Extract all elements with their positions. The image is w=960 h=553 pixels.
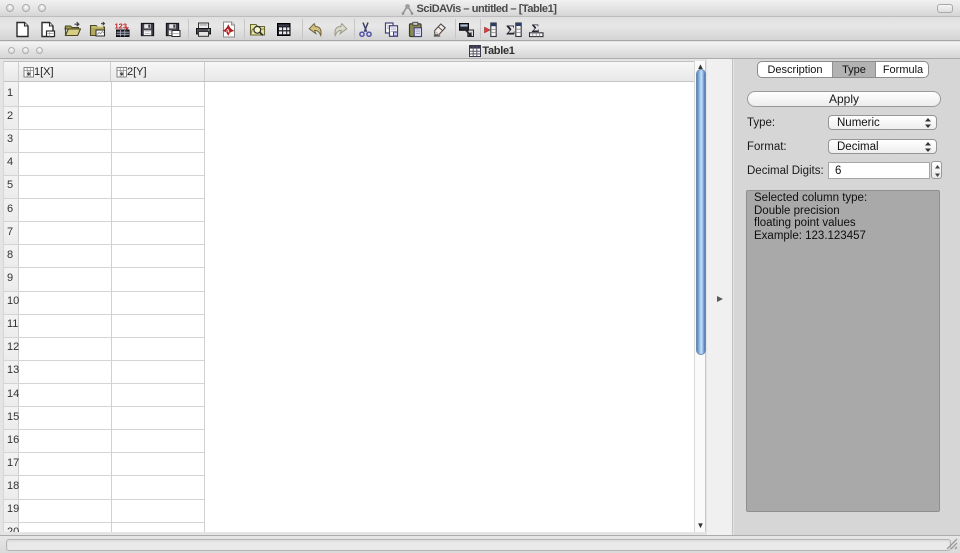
svg-text:Σ: Σ [506,24,515,39]
svg-text:A: A [226,28,230,34]
svg-text:123: 123 [115,22,128,31]
